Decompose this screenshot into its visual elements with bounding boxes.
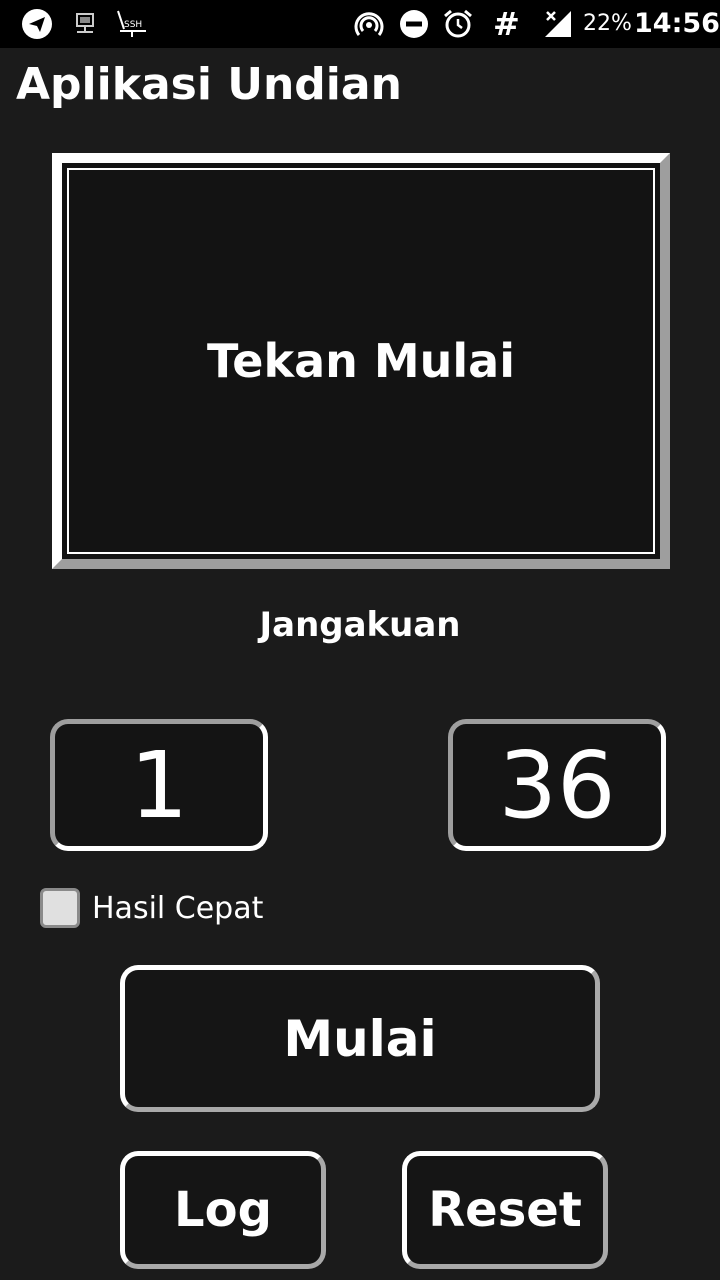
signal-icon (542, 8, 574, 40)
result-text: Tekan Mulai (207, 334, 515, 388)
app-title: Aplikasi Undian (16, 59, 402, 110)
telegram-icon (20, 8, 54, 40)
quick-result-label[interactable]: Hasil Cepat (92, 891, 263, 926)
alarm-icon (441, 8, 475, 40)
range-max-input[interactable]: 36 (448, 719, 666, 851)
reset-button[interactable]: Reset (402, 1151, 608, 1269)
start-button[interactable]: Mulai (120, 965, 600, 1112)
do-not-disturb-icon (397, 8, 431, 40)
svg-text:SSH: SSH (124, 20, 142, 30)
quick-result-checkbox[interactable] (40, 888, 80, 928)
hash-icon: # (493, 5, 520, 43)
network-monitor-icon (72, 8, 98, 40)
status-bar: SSH # 22% 14:56 (0, 0, 720, 48)
battery-percent: 22% (583, 11, 632, 36)
result-display: Tekan Mulai (52, 153, 670, 569)
result-display-inner: Tekan Mulai (67, 168, 655, 554)
quick-result-option[interactable]: Hasil Cepat (40, 886, 263, 930)
range-label: Jangakuan (259, 605, 461, 645)
range-min-input[interactable]: 1 (50, 719, 268, 851)
log-button[interactable]: Log (120, 1151, 326, 1269)
ssh-icon: SSH (114, 8, 148, 40)
hotspot-icon (352, 8, 386, 40)
clock: 14:56 (634, 8, 720, 39)
